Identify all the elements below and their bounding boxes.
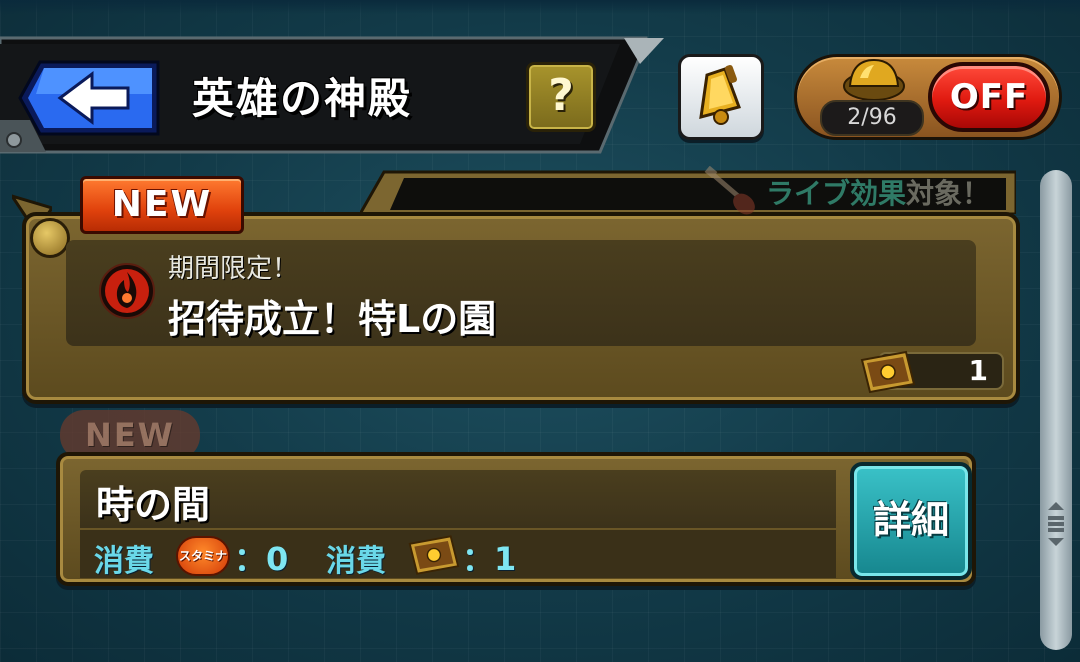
stamina-icon: スタミナ xyxy=(176,536,230,576)
helmet-icon xyxy=(843,58,905,101)
quest-title: 招待成立！特Lの園 xyxy=(168,297,497,341)
multiplayer-counter: 2/96 xyxy=(820,100,924,136)
help-button[interactable]: ? xyxy=(526,62,596,132)
live-effect-suffix: 対象！ xyxy=(906,177,991,210)
stamina-cost-value: ：0 xyxy=(234,540,289,578)
ticket-cost-icon xyxy=(408,535,460,575)
detail-button[interactable]: 詳細 xyxy=(850,462,972,580)
live-effect-label: ライブ効果対象！ xyxy=(766,172,990,216)
bell-icon xyxy=(699,65,741,125)
guitar-icon xyxy=(704,166,755,215)
page-title: 英雄の神殿 xyxy=(192,74,413,123)
top-edge-shadow xyxy=(0,0,1080,14)
multiplayer-off-toggle[interactable]: OFF xyxy=(928,62,1050,132)
back-button[interactable] xyxy=(18,60,162,136)
notification-bell-button[interactable] xyxy=(678,54,764,140)
scrollbar[interactable] xyxy=(1040,170,1072,650)
quest-row-title: 時の間 xyxy=(96,483,211,527)
fire-element-icon xyxy=(99,263,155,319)
ticket-cost-label: 消費 xyxy=(326,544,386,579)
card-rivet xyxy=(30,218,70,258)
live-effect-prefix: ライブ効果 xyxy=(766,177,907,210)
new-badge: NEW xyxy=(80,176,244,234)
stamina-cost-label: 消費 xyxy=(94,544,154,579)
ticket-cost-value: ：1 xyxy=(462,540,517,578)
ticket-icon xyxy=(860,350,916,394)
scroll-grip-icon[interactable] xyxy=(1046,500,1066,548)
quest-subtitle: 期間限定！ xyxy=(168,254,299,284)
help-icon: ? xyxy=(548,70,574,121)
